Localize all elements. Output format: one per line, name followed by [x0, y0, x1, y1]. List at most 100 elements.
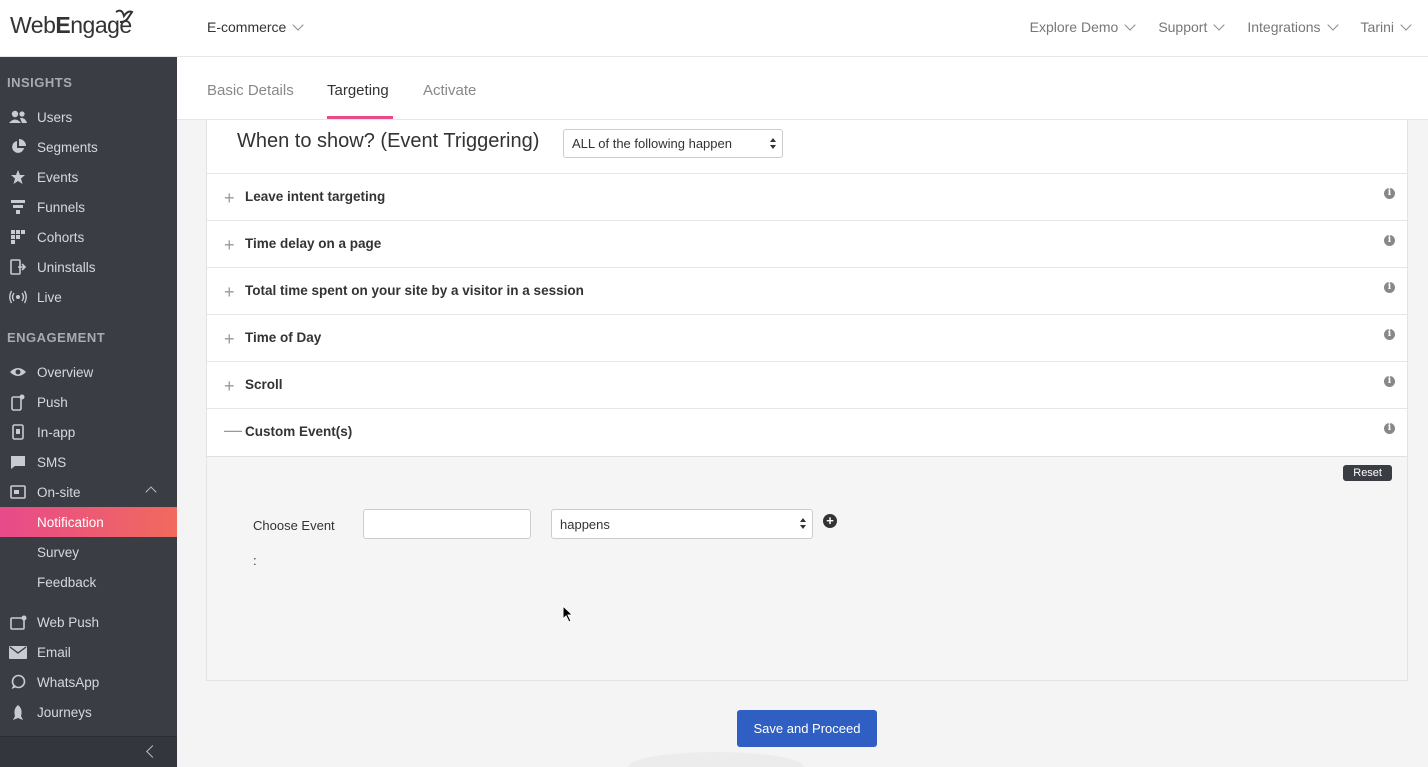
sidebar-item-whatsapp[interactable]: WhatsApp — [0, 667, 177, 697]
sidebar-item-web-push[interactable]: Web Push — [0, 607, 177, 637]
sidebar-item-live[interactable]: Live — [0, 282, 177, 312]
chevron-down-icon — [1124, 19, 1136, 31]
uninstall-icon — [8, 257, 28, 277]
rule-row-scroll[interactable]: + Scroll i — [207, 361, 1407, 408]
sidebar-item-users[interactable]: Users — [0, 102, 177, 132]
sidebar-item-journeys[interactable]: Journeys — [0, 697, 177, 727]
chevron-down-icon — [292, 19, 305, 31]
rocket-icon — [8, 702, 28, 722]
custom-events-panel: Reset Choose Event : happens + — [207, 456, 1407, 680]
rule-label: Total time spent on your site by a visit… — [245, 283, 584, 298]
sidebar-item-label: Notification — [37, 514, 104, 530]
sidebar-item-label: On-site — [37, 484, 81, 500]
sidebar-item-uninstalls[interactable]: Uninstalls — [0, 252, 177, 282]
chevron-down-icon — [1213, 19, 1226, 31]
sidebar-item-label: Feedback — [37, 574, 97, 590]
project-name: E-commerce — [207, 19, 287, 35]
choose-event-label: Choose Event — [253, 518, 335, 533]
sidebar-item-label: Survey — [37, 544, 80, 560]
sidebar-item-email[interactable]: Email — [0, 637, 177, 667]
condition-value: ALL of the following happen — [572, 136, 732, 151]
info-icon[interactable]: i — [1384, 423, 1395, 434]
info-icon[interactable]: i — [1384, 329, 1395, 340]
rule-row-total-time[interactable]: + Total time spent on your site by a vis… — [207, 267, 1407, 314]
sidebar-item-label: Uninstalls — [37, 259, 96, 275]
webengage-logo[interactable]: WebEngage — [10, 9, 134, 39]
sidebar-item-cohorts[interactable]: Cohorts — [0, 222, 177, 252]
sidebar-item-push[interactable]: Push — [0, 387, 177, 417]
info-icon[interactable]: i — [1384, 282, 1395, 293]
collapse-sidebar-icon[interactable] — [146, 745, 159, 758]
sidebar-item-segments[interactable]: Segments — [0, 132, 177, 162]
engagement-section-title: ENGAGEMENT — [7, 330, 106, 345]
rule-label: Time of Day — [245, 330, 322, 345]
info-icon[interactable]: i — [1384, 376, 1395, 387]
condition-select[interactable]: ALL of the following happen — [563, 129, 783, 158]
sidebar-item-notification[interactable]: Notification — [0, 507, 177, 537]
logo-prefix: Web — [10, 12, 56, 38]
expand-plus-icon[interactable]: + — [224, 282, 235, 303]
tab-activate[interactable]: Activate — [423, 82, 476, 99]
happens-value: happens — [560, 517, 610, 532]
targeting-card: When to show? (Event Triggering) ALL of … — [206, 120, 1408, 681]
sidebar-item-label: Live — [37, 289, 62, 305]
user-name: Tarini — [1360, 19, 1394, 35]
sidebar-item-label: SMS — [37, 454, 67, 470]
sidebar-item-label: Web Push — [37, 614, 100, 630]
rule-row-leave-intent[interactable]: + Leave intent targeting i — [207, 173, 1407, 220]
sidebar-item-in-app[interactable]: In-app — [0, 417, 177, 447]
envelope-icon — [8, 642, 28, 662]
project-selector[interactable]: E-commerce — [207, 19, 305, 35]
collapse-minus-icon[interactable]: — — [224, 420, 242, 441]
sidebar-item-sms[interactable]: SMS — [0, 447, 177, 477]
tab-targeting[interactable]: Targeting — [327, 82, 389, 99]
add-condition-icon[interactable]: + — [823, 514, 837, 528]
browser-window-icon — [8, 482, 28, 502]
eye-icon — [8, 362, 28, 382]
rule-row-time-of-day[interactable]: + Time of Day i — [207, 314, 1407, 361]
happens-select[interactable]: happens — [551, 509, 813, 539]
logo-bird-icon — [115, 9, 134, 23]
top-header: WebEngage E-commerce Explore Demo Suppor… — [0, 0, 1428, 57]
event-input[interactable] — [363, 509, 531, 539]
expand-plus-icon[interactable]: + — [224, 235, 235, 256]
sidebar-item-label: Segments — [37, 139, 98, 155]
tab-basic-details[interactable]: Basic Details — [207, 82, 294, 99]
user-menu[interactable]: Tarini — [1360, 19, 1412, 35]
sms-icon — [8, 452, 28, 472]
in-app-icon — [8, 422, 28, 442]
sidebar-item-feedback[interactable]: Feedback — [0, 567, 177, 597]
explore-demo-menu[interactable]: Explore Demo — [1030, 19, 1136, 35]
chevron-up-icon — [145, 486, 157, 498]
sidebar-item-label: Overview — [37, 364, 94, 380]
pie-chart-icon — [8, 137, 28, 157]
integrations-menu[interactable]: Integrations — [1247, 19, 1339, 35]
expand-plus-icon[interactable]: + — [224, 376, 235, 397]
users-icon — [8, 107, 28, 127]
sidebar-item-events[interactable]: Events — [0, 162, 177, 192]
reset-button[interactable]: Reset — [1343, 465, 1392, 481]
sidebar-item-survey[interactable]: Survey — [0, 537, 177, 567]
integrations-label: Integrations — [1247, 19, 1321, 35]
rule-row-custom-events[interactable]: — Custom Event(s) i — [207, 408, 1407, 455]
expand-plus-icon[interactable]: + — [224, 188, 235, 209]
sidebar-item-label: WhatsApp — [37, 674, 100, 690]
chevron-down-icon — [1326, 19, 1339, 31]
section-title: When to show? (Event Triggering) — [237, 130, 540, 152]
sidebar: INSIGHTS Users Segments Events Funnels C… — [0, 57, 177, 767]
save-and-proceed-button[interactable]: Save and Proceed — [737, 710, 877, 747]
rule-label: Leave intent targeting — [245, 189, 386, 204]
sidebar-item-on-site[interactable]: On-site — [0, 477, 177, 507]
sidebar-item-label: Cohorts — [37, 229, 85, 245]
info-icon[interactable]: i — [1384, 188, 1395, 199]
sidebar-item-funnels[interactable]: Funnels — [0, 192, 177, 222]
rule-label: Custom Event(s) — [245, 424, 353, 439]
sidebar-item-label: Funnels — [37, 199, 86, 215]
sidebar-item-overview[interactable]: Overview — [0, 357, 177, 387]
funnel-icon — [8, 197, 28, 217]
expand-plus-icon[interactable]: + — [224, 329, 235, 350]
support-menu[interactable]: Support — [1158, 19, 1226, 35]
info-icon[interactable]: i — [1384, 235, 1395, 246]
rule-row-time-delay[interactable]: + Time delay on a page i — [207, 220, 1407, 267]
sidebar-item-label: In-app — [37, 424, 76, 440]
